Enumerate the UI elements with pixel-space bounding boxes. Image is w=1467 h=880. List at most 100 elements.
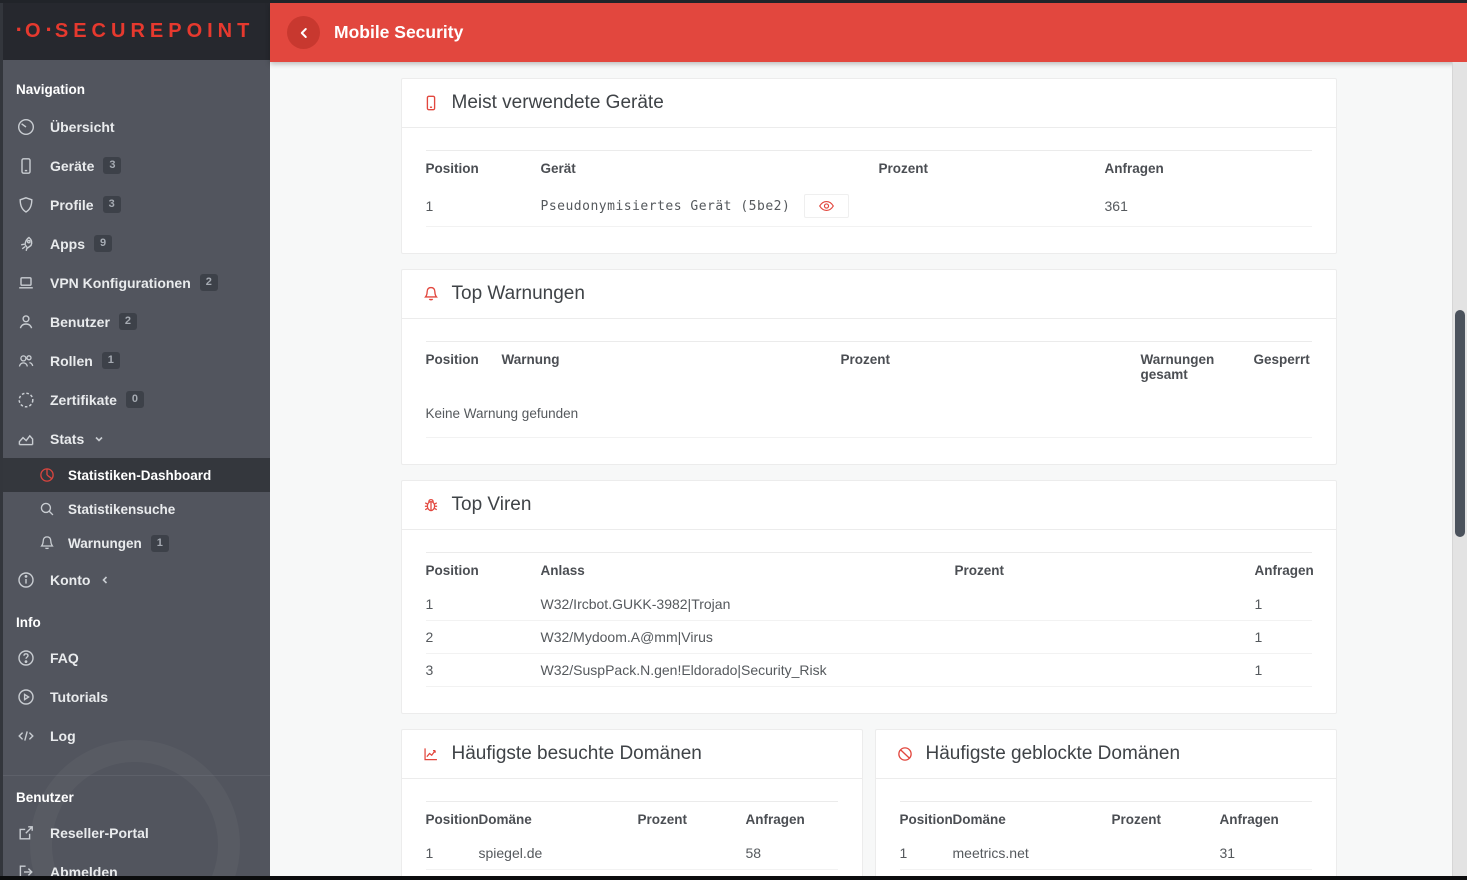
sidebar-item-stats[interactable]: Stats — [0, 419, 270, 458]
sidebar-item-label: Zertifikate — [50, 391, 117, 408]
sidebar-item-faq[interactable]: FAQ — [0, 638, 270, 677]
back-button[interactable] — [287, 16, 320, 49]
requests-cell: 361 — [1104, 186, 1312, 227]
smartphone-icon — [16, 156, 36, 176]
logo-o: O — [24, 20, 46, 42]
sidebar-item-label: Apps — [50, 235, 85, 252]
sidebar-item-label: VPN Konfigurationen — [50, 274, 191, 291]
sidebar-section-info: Info — [16, 615, 41, 630]
column-header: Prozent — [878, 150, 1105, 186]
card-title: Häufigste besuchte Domänen — [451, 743, 702, 764]
window-frame-bottom — [0, 876, 1467, 880]
table-row: 1 spiegel.de 58 — [425, 837, 838, 870]
user-icon — [16, 312, 36, 332]
sidebar-item-log[interactable]: Log — [0, 716, 270, 755]
column-header: Position — [425, 341, 502, 392]
sidebar-item-konto[interactable]: Konto — [0, 560, 270, 599]
sidebar-subitem-statistiken-dashboard[interactable]: Statistiken-Dashboard — [0, 458, 270, 492]
count-badge: 1 — [101, 352, 120, 369]
column-header: Gesperrt — [1253, 341, 1312, 392]
column-header: Gerät — [540, 150, 879, 186]
chevron-left-icon — [99, 574, 111, 586]
window-frame-top — [0, 0, 1467, 3]
column-header: Warnungen gesamt — [1140, 341, 1254, 392]
view-device-button[interactable] — [804, 194, 850, 218]
position-cell: 3 — [425, 653, 541, 687]
question-circle-icon — [16, 648, 36, 668]
sidebar-subitem-warnungen[interactable]: Warnungen 1 — [0, 526, 270, 560]
column-header: Prozent — [954, 552, 1255, 588]
eye-icon — [818, 199, 835, 213]
table-row: 1 Pseudonymisiertes Gerät (5be2) 361 — [425, 186, 1312, 227]
sidebar-item-benutzer[interactable]: Benutzer 2 — [0, 302, 270, 341]
table-row: 3 W32/SuspPack.N.gen!Eldorado|Security_R… — [425, 653, 1312, 687]
table-row: 1 meetrics.net 31 — [899, 837, 1312, 870]
column-header: Anfragen — [1219, 801, 1312, 837]
card-header: Top Viren — [401, 481, 1336, 530]
blocked-domains-table: Position Domäne Prozent Anfragen 1 meetr… — [899, 801, 1312, 880]
pie-chart-icon — [38, 466, 56, 484]
page-header: Mobile Security — [270, 3, 1467, 62]
card-top-viruses: Top Viren Position Anlass Prozent Anfrag… — [400, 480, 1337, 714]
sidebar-subitem-statistikensuche[interactable]: Statistikensuche — [0, 492, 270, 526]
sidebar-item-tutorials[interactable]: Tutorials — [0, 677, 270, 716]
play-circle-icon — [16, 687, 36, 707]
sidebar-item-label: FAQ — [50, 649, 79, 666]
line-chart-icon — [422, 745, 441, 764]
smartphone-icon — [422, 94, 441, 113]
vertical-scrollbar[interactable] — [1452, 62, 1467, 876]
sidebar-item-geraete[interactable]: Geräte 3 — [0, 146, 270, 185]
sidebar-item-zertifikate[interactable]: Zertifikate 0 — [0, 380, 270, 419]
empty-state-text: Keine Warnung gefunden — [425, 392, 1312, 438]
virus-name: W32/SuspPack.N.gen!Eldorado|Security_Ris… — [540, 653, 955, 687]
table-row: 2 W32/Mydoom.A@mm|Virus 1 — [425, 620, 1312, 654]
securepoint-logo: ·O·SECUREPOINT — [15, 17, 255, 42]
scrollbar-thumb[interactable] — [1455, 310, 1465, 537]
external-link-icon — [16, 823, 36, 843]
sidebar-item-label: Geräte — [50, 157, 95, 174]
position-cell: 2 — [425, 620, 541, 654]
requests-cell: 1 — [1254, 653, 1312, 687]
sidebar-item-label: Übersicht — [50, 118, 115, 135]
column-header: Domäne — [478, 801, 638, 837]
position-cell: 1 — [425, 186, 541, 227]
column-header: Position — [425, 801, 479, 837]
sidebar-item-label: Statistikensuche — [68, 501, 176, 517]
sidebar-item-uebersicht[interactable]: Übersicht — [0, 107, 270, 146]
chart-icon — [16, 429, 36, 449]
sidebar-item-rollen[interactable]: Rollen 1 — [0, 341, 270, 380]
sidebar-item-reseller-portal[interactable]: Reseller-Portal — [0, 813, 270, 852]
card-header: Häufigste besuchte Domänen — [401, 730, 862, 779]
card-title: Meist verwendete Geräte — [451, 92, 664, 113]
sidebar-item-label: Tutorials — [50, 688, 109, 705]
sidebar-item-label: Warnungen — [68, 535, 142, 551]
info-circle-icon — [16, 570, 36, 590]
column-header: Prozent — [840, 341, 1141, 392]
card-header: Meist verwendete Geräte — [401, 79, 1336, 128]
certificate-seal-icon — [16, 390, 36, 410]
card-most-blocked-domains: Häufigste geblockte Domänen Position Dom… — [874, 729, 1337, 880]
window-frame-left — [0, 0, 3, 880]
count-badge: 2 — [199, 274, 218, 291]
column-header: Position — [899, 801, 953, 837]
device-name: Pseudonymisiertes Gerät (5be2) — [540, 198, 791, 214]
sidebar-item-profile[interactable]: Profile 3 — [0, 185, 270, 224]
sidebar-item-vpn-konfigurationen[interactable]: VPN Konfigurationen 2 — [0, 263, 270, 302]
card-title: Top Viren — [451, 494, 532, 515]
logo-area[interactable]: ·O·SECUREPOINT — [0, 0, 270, 60]
bell-icon — [38, 534, 56, 552]
count-badge: 3 — [102, 196, 121, 213]
viruses-table: Position Anlass Prozent Anfragen 1 W32/I… — [425, 552, 1314, 687]
table-row: 1 W32/Ircbot.GUKK-3982|Trojan 1 — [425, 588, 1312, 621]
virus-name: W32/Ircbot.GUKK-3982|Trojan — [540, 588, 955, 621]
sidebar-item-apps[interactable]: Apps 9 — [0, 224, 270, 263]
position-cell: 1 — [425, 588, 541, 621]
users-icon — [16, 351, 36, 371]
speedometer-icon — [16, 117, 36, 137]
column-header: Anfragen — [745, 801, 838, 837]
requests-cell: 31 — [1219, 837, 1312, 870]
column-header: Position — [425, 552, 541, 588]
position-cell: 1 — [425, 837, 479, 870]
virus-name: W32/Mydoom.A@mm|Virus — [540, 620, 955, 654]
sidebar-item-label: Benutzer — [50, 313, 110, 330]
